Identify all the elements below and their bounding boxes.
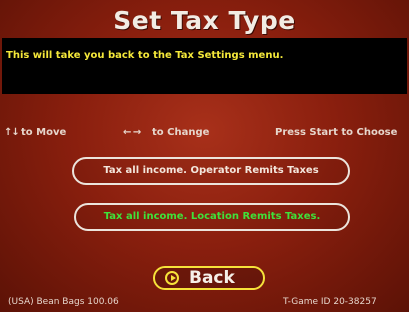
left-right-arrows-icon: ← → <box>123 127 141 138</box>
screen-title: Set Tax Type <box>113 6 296 35</box>
option-location-remits[interactable]: Tax all income. Location Remits Taxes. <box>74 203 350 231</box>
press-start-hint: Press Start to Choose <box>275 127 398 138</box>
back-button-label: Back <box>189 268 235 288</box>
back-button[interactable]: Back <box>153 266 265 290</box>
option-operator-remits[interactable]: Tax all income. Operator Remits Taxes <box>72 157 350 185</box>
game-version: (USA) Bean Bags 100.06 <box>8 297 119 307</box>
up-down-arrows-icon: ↑↓ <box>4 127 20 138</box>
change-hint-label: to Change <box>152 127 210 138</box>
option-label: Tax all income. Operator Remits Taxes <box>103 165 319 176</box>
info-message: This will take you back to the Tax Setti… <box>6 50 284 61</box>
move-hint-label: to Move <box>21 127 67 138</box>
option-label: Tax all income. Location Remits Taxes. <box>103 211 321 222</box>
play-arrow-icon <box>165 271 179 285</box>
game-id: T-Game ID 20-38257 <box>283 297 377 307</box>
info-panel: This will take you back to the Tax Setti… <box>2 38 407 94</box>
control-hints: ↑↓ to Move ← → to Change Press Start to … <box>0 127 409 139</box>
